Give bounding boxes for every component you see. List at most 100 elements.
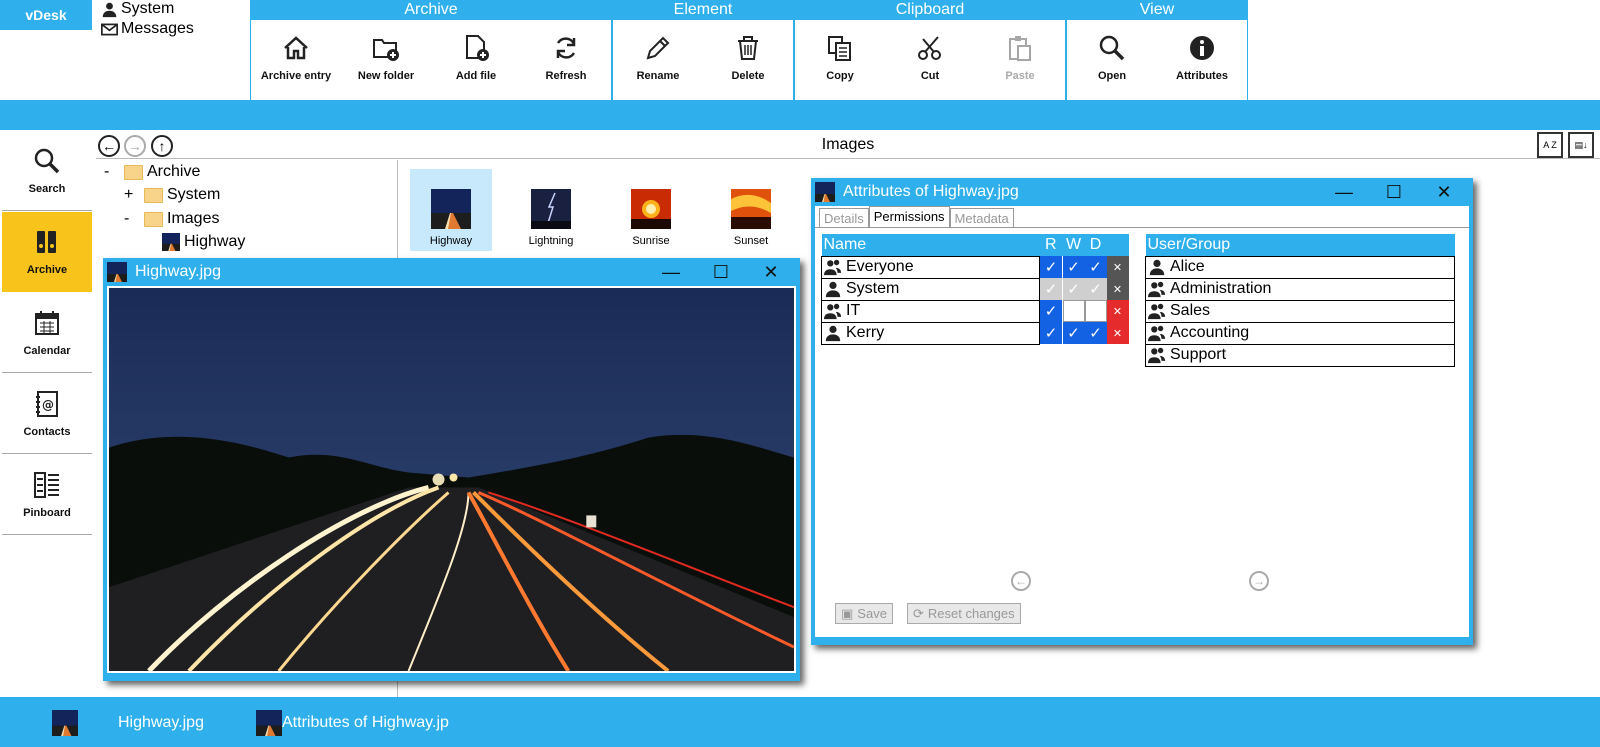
attributes-label: Attributes (1176, 70, 1228, 82)
image-file-icon (815, 182, 835, 202)
save-label: Save (857, 606, 887, 621)
user-group-row[interactable]: Sales (1145, 299, 1455, 323)
refresh-button[interactable]: Refresh (521, 20, 611, 100)
menu-messages[interactable]: Messages (101, 20, 194, 38)
thumbnail-sunrise[interactable]: Sunrise (610, 169, 692, 251)
tree-node-archive[interactable]: - Archive (104, 163, 200, 181)
permission-name: Everyone (846, 258, 914, 275)
column-write: W (1062, 234, 1085, 256)
open-label: Open (1097, 70, 1127, 82)
user-group-list: User/Group Alice Administration Sales Ac… (1145, 234, 1455, 367)
menu-system-label: System (121, 0, 175, 17)
users-next-page[interactable]: → (1249, 571, 1269, 591)
permission-read-checkbox[interactable]: ✓ (1040, 278, 1062, 300)
add-file-button[interactable]: Add file (431, 20, 521, 100)
permission-delete-checkbox[interactable] (1084, 300, 1107, 322)
reset-changes-button[interactable]: ⟳ Reset changes (907, 603, 1021, 624)
attributes-button[interactable]: Attributes (1157, 20, 1247, 100)
permission-write-checkbox[interactable] (1062, 300, 1085, 322)
sort-type-button[interactable]: ▤↓ (1568, 132, 1594, 158)
tree-collapse-archive[interactable]: - (104, 163, 120, 181)
permission-delete-checkbox[interactable]: ✓ (1084, 322, 1107, 344)
minimize-button[interactable]: — (646, 262, 696, 283)
tree-label-archive: Archive (147, 163, 201, 180)
thumbnail-sunset[interactable]: Sunset (710, 169, 792, 251)
permission-read-checkbox[interactable]: ✓ (1040, 256, 1062, 278)
remove-permission-button[interactable]: ✕ (1106, 300, 1129, 322)
permission-write-checkbox[interactable]: ✓ (1062, 322, 1085, 344)
permissions-prev-page[interactable]: ← (1011, 571, 1031, 591)
close-button[interactable]: ✕ (1419, 182, 1469, 203)
remove-permission-button[interactable]: ✕ (1106, 278, 1129, 300)
image-file-icon (162, 233, 180, 251)
archive-entry-button[interactable]: Archive entry (251, 20, 341, 100)
floppy-icon: ▣ (841, 605, 854, 621)
nav-archive[interactable]: Archive (2, 212, 92, 292)
copy-icon (828, 36, 851, 61)
nav-search[interactable]: Search (2, 131, 92, 211)
tree-node-system[interactable]: + System (124, 186, 220, 204)
attributes-titlebar[interactable]: Attributes of Highway.jpg — ☐ ✕ (815, 178, 1469, 206)
minimize-button[interactable]: — (1319, 182, 1369, 203)
user-group-row[interactable]: Support (1145, 343, 1455, 367)
copy-button[interactable]: Copy (795, 20, 885, 100)
thumbnail-lightning[interactable]: Lightning (510, 169, 592, 251)
image-viewer-window[interactable]: Highway.jpg — ☐ ✕ (103, 258, 800, 681)
maximize-button[interactable]: ☐ (696, 262, 746, 283)
remove-permission-button[interactable]: ✕ (1106, 256, 1129, 278)
taskbar-item-viewer[interactable]: Highway.jpg (52, 710, 204, 736)
permission-row[interactable]: IT ✓ ✕ (821, 299, 1129, 323)
attributes-tabs: Details Permissions Metadata (815, 206, 1469, 228)
permission-read-checkbox[interactable]: ✓ (1040, 322, 1062, 344)
info-icon (1190, 36, 1214, 60)
paste-button[interactable]: Paste (975, 20, 1065, 100)
nav-calendar[interactable]: Calendar (2, 293, 92, 373)
permission-row[interactable]: Kerry ✓ ✓ ✓ ✕ (821, 321, 1129, 345)
tree-collapse-images[interactable]: - (124, 210, 140, 228)
rename-label: Rename (636, 70, 680, 82)
remove-permission-button[interactable]: ✕ (1106, 322, 1129, 344)
permission-row[interactable]: System ✓ ✓ ✓ ✕ (821, 277, 1129, 301)
tree-expand-system[interactable]: + (124, 186, 140, 204)
user-group-name: Administration (1170, 280, 1272, 297)
user-group-name: Support (1170, 346, 1227, 363)
user-group-row[interactable]: Administration (1145, 277, 1455, 301)
permission-name: IT (846, 302, 861, 319)
tree-node-images[interactable]: - Images (124, 210, 219, 228)
nav-contacts[interactable]: @ Contacts (2, 374, 92, 454)
sort-alpha-button[interactable]: A Z (1537, 132, 1563, 158)
permission-write-checkbox[interactable]: ✓ (1062, 278, 1085, 300)
sort-alpha-icon: A Z (1543, 140, 1557, 150)
brand-logo[interactable]: vDesk (0, 0, 92, 30)
folder-icon (144, 211, 163, 227)
maximize-button[interactable]: ☐ (1369, 182, 1419, 203)
user-group-row[interactable]: Alice (1145, 255, 1455, 279)
nav-pinboard[interactable]: Pinboard (2, 455, 92, 535)
cut-button[interactable]: Cut (885, 20, 975, 100)
taskbar-item-attributes[interactable]: Attributes of Highway.jp (256, 710, 472, 736)
thumbnail-highway[interactable]: Highway (410, 169, 492, 251)
permission-write-checkbox[interactable]: ✓ (1062, 256, 1085, 278)
group-icon (824, 302, 842, 320)
attributes-body: Details Permissions Metadata Name R W D … (815, 206, 1469, 637)
rename-button[interactable]: Rename (613, 20, 703, 100)
user-icon (824, 280, 842, 298)
permission-delete-checkbox[interactable]: ✓ (1084, 256, 1107, 278)
permission-read-checkbox[interactable]: ✓ (1040, 300, 1062, 322)
save-button[interactable]: ▣ Save (835, 603, 893, 624)
tree-node-highway[interactable]: Highway (162, 233, 245, 251)
folder-icon (124, 164, 143, 180)
close-button[interactable]: ✕ (746, 262, 796, 283)
user-group-row[interactable]: Accounting (1145, 321, 1455, 345)
open-button[interactable]: Open (1067, 20, 1157, 100)
delete-button[interactable]: Delete (703, 20, 793, 100)
tab-permissions[interactable]: Permissions (868, 206, 950, 227)
attributes-window[interactable]: Attributes of Highway.jpg — ☐ ✕ Details … (811, 178, 1473, 645)
new-folder-button[interactable]: New folder (341, 20, 431, 100)
tab-details[interactable]: Details (819, 208, 869, 227)
tab-metadata[interactable]: Metadata (949, 208, 1014, 227)
menu-system[interactable]: System (101, 0, 174, 18)
permission-row[interactable]: Everyone ✓ ✓ ✓ ✕ (821, 255, 1129, 279)
viewer-titlebar[interactable]: Highway.jpg — ☐ ✕ (107, 258, 796, 286)
permission-delete-checkbox[interactable]: ✓ (1084, 278, 1107, 300)
